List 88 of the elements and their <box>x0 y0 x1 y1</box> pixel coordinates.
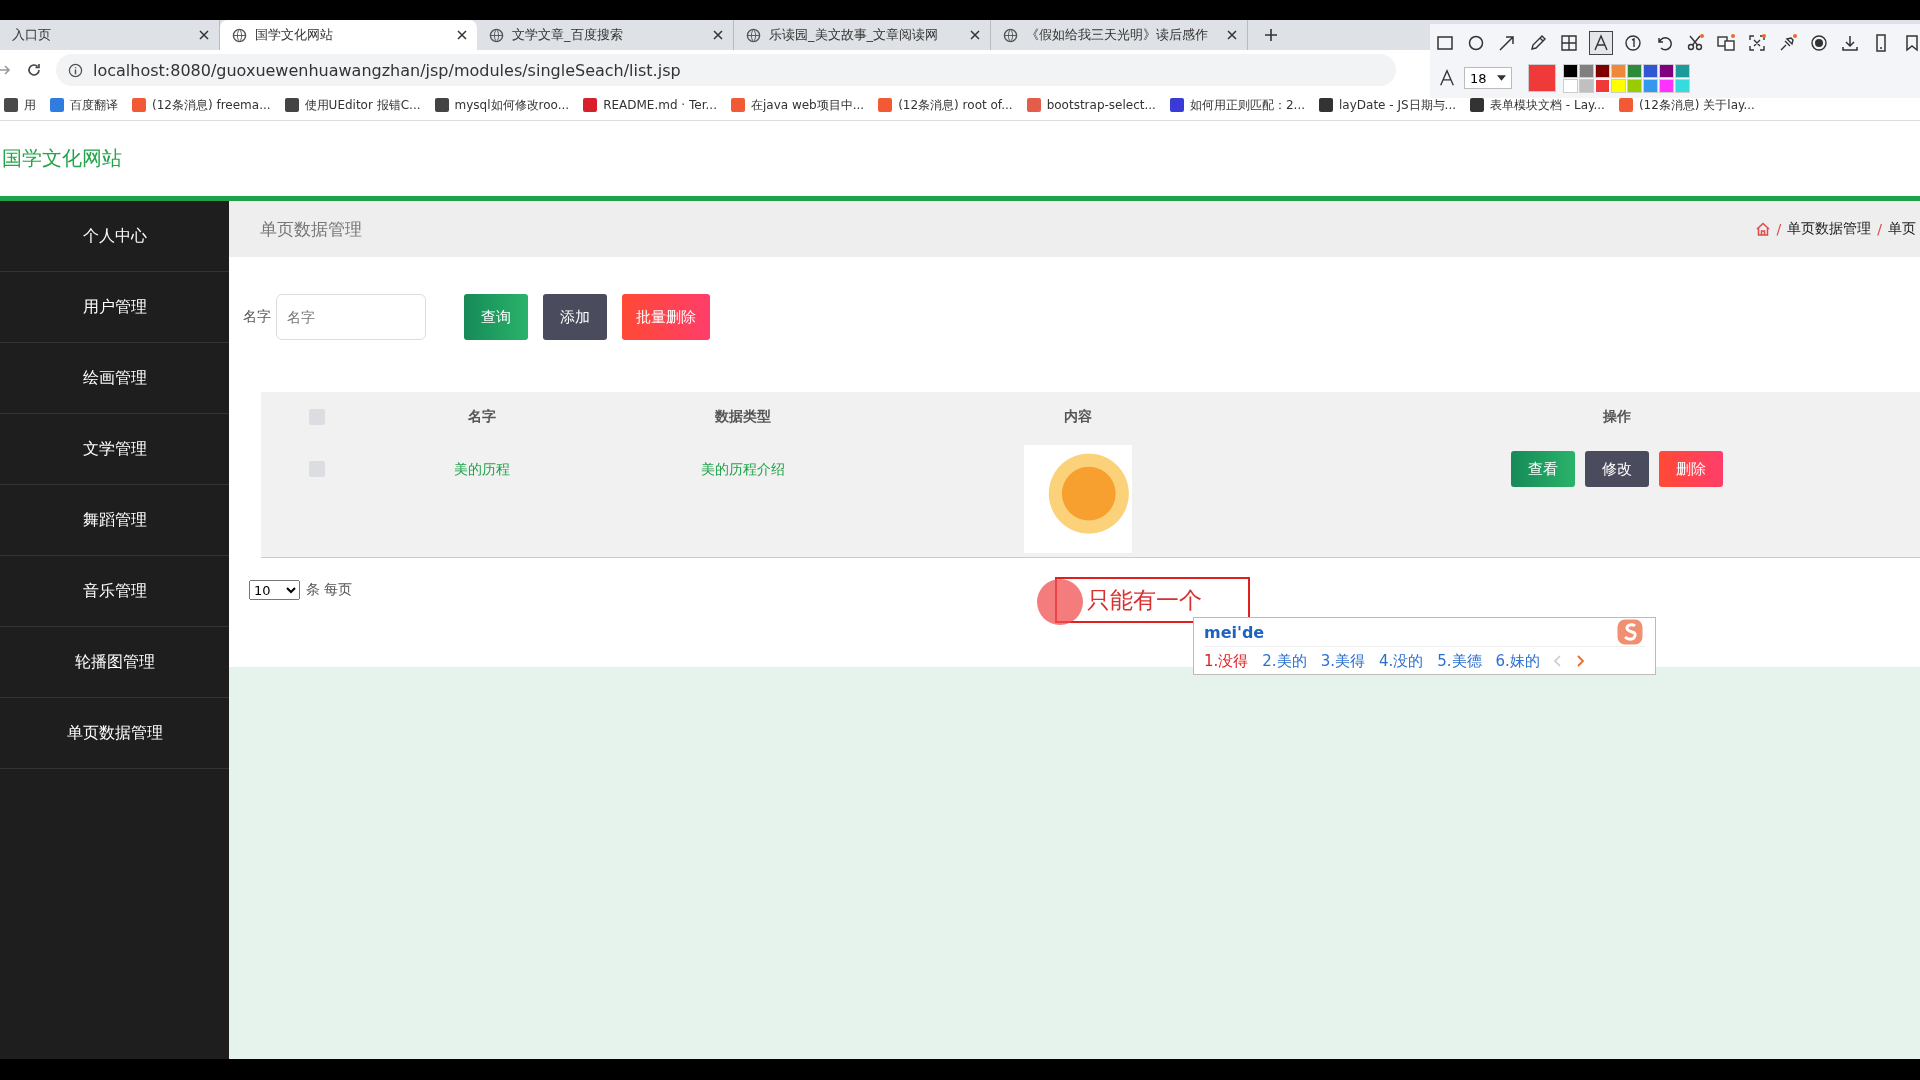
action-button[interactable]: 查询 <box>464 294 528 340</box>
bookmark-item[interactable]: 百度翻译 <box>50 96 118 114</box>
bookmark-item[interactable]: (12条消息) 关于lay... <box>1618 96 1755 114</box>
bookmark-item[interactable]: 如何用正则匹配：2... <box>1169 96 1305 114</box>
tab-title: 乐读园_美文故事_文章阅读网 <box>769 26 939 44</box>
browser-tab[interactable]: 国学文化网站 <box>220 20 477 50</box>
color-swatch[interactable] <box>1676 64 1689 77</box>
mosaic-tool-icon[interactable] <box>1558 32 1580 54</box>
dropdown-caret-icon <box>1497 75 1506 81</box>
color-swatch[interactable] <box>1596 64 1609 77</box>
bookmark-item[interactable]: mysql如何修改roo... <box>434 96 570 114</box>
close-icon[interactable] <box>199 30 209 40</box>
annotation-text: 只能有一个 <box>1087 585 1202 615</box>
color-swatch[interactable] <box>1628 64 1641 77</box>
bookmark-item[interactable]: 表单模块文档 - Lay... <box>1470 96 1605 114</box>
color-swatch[interactable] <box>1676 79 1689 92</box>
new-tab-icon[interactable] <box>1264 28 1278 42</box>
bookmark-item[interactable]: (12条消息) freema... <box>132 96 271 114</box>
crop-tool-icon[interactable] <box>1746 32 1768 54</box>
color-swatch[interactable] <box>1596 79 1609 92</box>
home-icon[interactable] <box>1754 221 1771 237</box>
column-header: 数据类型 <box>715 407 771 426</box>
bookmark-item[interactable]: 使用UEditor 报错C... <box>284 96 421 114</box>
text-tool-icon[interactable] <box>1589 31 1613 55</box>
color-swatch[interactable] <box>1564 79 1577 92</box>
globe-icon <box>232 27 247 43</box>
page-heading: 单页数据管理 <box>260 217 362 241</box>
globe-icon <box>1003 27 1018 43</box>
breadcrumb-separator: / <box>1877 221 1882 237</box>
page-size-label: 条 每页 <box>306 581 353 599</box>
bookmark-item[interactable]: 用 <box>4 96 36 114</box>
close-icon[interactable] <box>1227 30 1237 40</box>
color-swatch[interactable] <box>1660 64 1673 77</box>
color-swatch[interactable] <box>1644 79 1657 92</box>
ime-candidate[interactable]: 2.美的 <box>1262 651 1307 671</box>
breadcrumb-link[interactable]: 单页数据管理 <box>1787 220 1872 238</box>
row-action-button[interactable]: 查看 <box>1511 451 1575 487</box>
bookmark-item[interactable]: (12条消息) root of... <box>878 96 1013 114</box>
globe-icon <box>489 27 504 43</box>
record-tool-icon[interactable] <box>1808 32 1830 54</box>
next-page-icon[interactable] <box>1575 655 1584 667</box>
name-search-field[interactable]: 名字 <box>276 294 426 340</box>
ime-candidate[interactable]: 1.没得 <box>1204 651 1249 671</box>
table-cell: 美的历程 <box>454 461 510 479</box>
font-size-icon <box>1438 69 1456 87</box>
site-title: 国学文化网站 <box>2 145 122 172</box>
page-size-select[interactable]: 10 <box>249 580 300 600</box>
color-swatch[interactable] <box>1580 64 1593 77</box>
color-swatch[interactable] <box>1564 64 1577 77</box>
bookmark-item[interactable]: 在java web项目中... <box>730 96 865 114</box>
color-swatch[interactable] <box>1644 64 1657 77</box>
row-action-button[interactable]: 修改 <box>1585 451 1649 487</box>
tab-title: 国学文化网站 <box>255 26 334 44</box>
action-button[interactable]: 添加 <box>543 294 607 340</box>
tab-title: 文学文章_百度搜索 <box>512 26 624 44</box>
color-swatch[interactable] <box>1628 79 1641 92</box>
translate-tool-icon[interactable] <box>1715 32 1737 54</box>
bookmark-item[interactable]: layDate - JS日期与... <box>1319 96 1457 114</box>
ime-candidate[interactable]: 5.美德 <box>1437 651 1482 671</box>
address-field[interactable]: localhost:8080/guoxuewenhuawangzhan/jsp/modules/singleSeach/list.jsp <box>56 54 1396 86</box>
ime-candidate[interactable]: 6.妹的 <box>1495 651 1540 671</box>
color-swatch[interactable] <box>1580 79 1593 92</box>
breadcrumb-separator: / <box>1776 221 1782 237</box>
globe-icon <box>746 27 761 43</box>
column-header: 名字 <box>468 407 496 426</box>
breadcrumb-link[interactable]: 单页 <box>1888 220 1916 238</box>
font-size-select[interactable]: 18 <box>1464 67 1512 89</box>
search-label: 名字 <box>243 308 271 326</box>
color-swatch[interactable] <box>1612 64 1625 77</box>
close-icon[interactable] <box>713 30 723 40</box>
info-icon <box>68 62 83 78</box>
tab-title: 《假如给我三天光明》读后感作 <box>1026 26 1209 44</box>
close-icon[interactable] <box>970 30 980 40</box>
table-cell: 美的历程介绍 <box>701 461 785 479</box>
close-icon[interactable] <box>457 30 467 40</box>
bookmark-item[interactable]: README.md · Ter... <box>583 98 717 112</box>
ime-input-text: mei'de <box>1204 622 1265 642</box>
reload-icon[interactable] <box>26 62 42 78</box>
color-swatch[interactable] <box>1612 79 1625 92</box>
column-header: 内容 <box>1063 407 1092 426</box>
tab-title: 入口页 <box>12 26 52 44</box>
ime-candidate[interactable]: 4.没的 <box>1378 651 1424 671</box>
color-swatch[interactable] <box>1660 79 1673 92</box>
bookmark-item[interactable]: bootstrap-select... <box>1026 98 1156 112</box>
ime-candidate[interactable]: 3.美得 <box>1320 651 1365 671</box>
column-header: 操作 <box>1603 407 1631 426</box>
number-tool-icon[interactable] <box>1622 32 1644 54</box>
current-color-swatch[interactable] <box>1528 64 1556 92</box>
